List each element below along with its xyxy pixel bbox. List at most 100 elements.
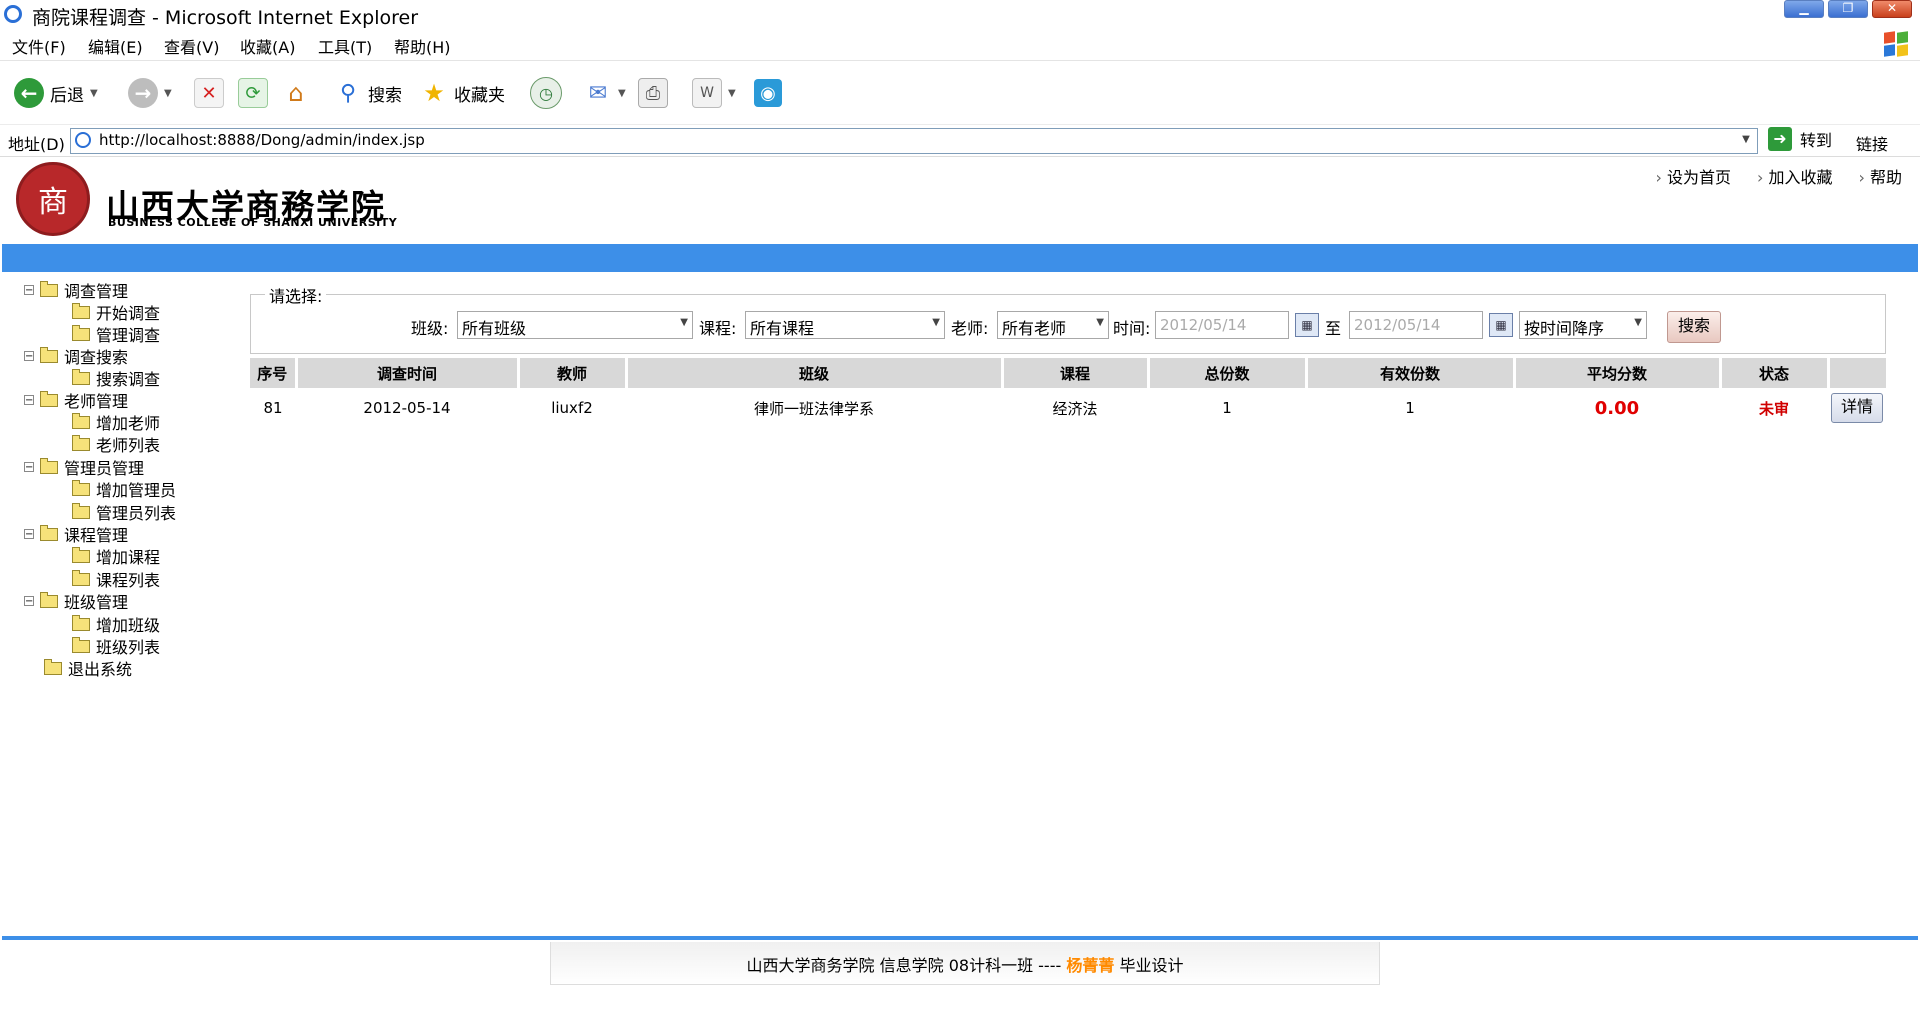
tree-group-admin[interactable]: − 管理员管理 bbox=[24, 457, 144, 478]
col-header-avg[interactable]: 平均分数 bbox=[1512, 358, 1720, 388]
collapse-icon[interactable]: − bbox=[24, 529, 34, 540]
forward-dropdown-icon[interactable]: ▼ bbox=[164, 88, 172, 99]
edit-button[interactable]: W ▼ bbox=[692, 76, 736, 110]
tree-group-label: 课程管理 bbox=[64, 526, 129, 545]
tree-item-label: 增加课程 bbox=[96, 548, 161, 567]
table-row: 81 2012-05-14 liuxf2 律师一班法律学系 经济法 1 1 0.… bbox=[250, 388, 1886, 428]
col-header-class[interactable]: 班级 bbox=[624, 358, 1002, 388]
set-homepage-link[interactable]: 设为首页 bbox=[1656, 164, 1731, 188]
collapse-icon[interactable]: − bbox=[24, 351, 34, 362]
print-button[interactable]: ⎙ bbox=[638, 76, 668, 110]
help-link[interactable]: 帮助 bbox=[1859, 164, 1902, 188]
folder-icon bbox=[40, 591, 58, 608]
footer-rule bbox=[2, 936, 1918, 940]
tree-group-label: 班级管理 bbox=[64, 593, 129, 612]
teacher-select[interactable]: 所有老师 ▼ bbox=[997, 311, 1109, 339]
tree-item-add-teacher[interactable]: 增加老师 bbox=[72, 412, 160, 433]
menu-tools[interactable]: 工具(T) bbox=[318, 34, 372, 58]
calendar-icon[interactable]: ▦ bbox=[1489, 313, 1513, 337]
maximize-button[interactable]: ❐ bbox=[1828, 0, 1868, 18]
minimize-button[interactable]: ▁ bbox=[1784, 0, 1824, 18]
col-header-time[interactable]: 调查时间 bbox=[294, 358, 518, 388]
course-select[interactable]: 所有课程 ▼ bbox=[745, 311, 945, 339]
col-header-course[interactable]: 课程 bbox=[1000, 358, 1148, 388]
mail-dropdown-icon[interactable]: ▼ bbox=[618, 88, 626, 99]
add-favorite-link[interactable]: 加入收藏 bbox=[1757, 164, 1832, 188]
home-button[interactable]: ⌂ bbox=[282, 76, 310, 110]
messenger-button[interactable]: ◉ bbox=[754, 76, 782, 110]
edit-dropdown-icon[interactable]: ▼ bbox=[728, 88, 736, 99]
menu-help[interactable]: 帮助(H) bbox=[394, 34, 451, 58]
collapse-icon[interactable]: − bbox=[24, 285, 34, 296]
col-header-teacher[interactable]: 教师 bbox=[516, 358, 626, 388]
filter-panel: 请选择: 班级: 所有班级 ▼ 课程: 所有课程 ▼ 老师: 所有老师 ▼ 时间… bbox=[250, 283, 1886, 354]
search-button[interactable]: 搜索 bbox=[1667, 311, 1721, 343]
back-button[interactable]: ← 后退 ▼ bbox=[14, 76, 98, 110]
course-select-value: 所有课程 bbox=[750, 319, 815, 338]
address-label: 地址(D) bbox=[8, 135, 65, 154]
tree-group-search[interactable]: − 调查搜索 bbox=[24, 346, 128, 367]
back-dropdown-icon[interactable]: ▼ bbox=[90, 88, 98, 99]
mail-button[interactable]: ✉ ▼ bbox=[584, 76, 626, 110]
search-toolbar-button[interactable]: ⚲ 搜索 bbox=[334, 76, 402, 110]
tree-group-course[interactable]: − 课程管理 bbox=[24, 524, 129, 545]
tree-item-admin-list[interactable]: 管理员列表 bbox=[72, 502, 176, 523]
school-name-en: BUSINESS COLLEGE OF SHANXI UNIVERSITY bbox=[108, 216, 398, 229]
calendar-icon[interactable]: ▦ bbox=[1295, 313, 1319, 337]
menu-favorites[interactable]: 收藏(A) bbox=[240, 34, 295, 58]
star-icon: ★ bbox=[423, 79, 445, 107]
menu-edit[interactable]: 编辑(E) bbox=[88, 34, 143, 58]
tree-group-survey[interactable]: − 调查管理 bbox=[24, 280, 128, 301]
col-header-valid[interactable]: 有效份数 bbox=[1304, 358, 1514, 388]
messenger-icon: ◉ bbox=[754, 79, 782, 107]
cell-action: 详情 bbox=[1828, 388, 1886, 428]
tree-item-add-course[interactable]: 增加课程 bbox=[72, 546, 161, 567]
col-header-id[interactable]: 序号 bbox=[250, 358, 296, 388]
collapse-icon[interactable]: − bbox=[24, 462, 34, 473]
menu-view[interactable]: 查看(V) bbox=[164, 34, 219, 58]
address-dropdown-icon[interactable]: ▼ bbox=[1737, 131, 1755, 149]
detail-button[interactable]: 详情 bbox=[1831, 393, 1883, 423]
forward-button[interactable]: → ▼ bbox=[128, 76, 172, 110]
collapse-icon[interactable]: − bbox=[24, 395, 34, 406]
menu-file[interactable]: 文件(F) bbox=[12, 34, 66, 58]
go-button[interactable]: ➜ 转到 bbox=[1768, 127, 1832, 151]
tree-item-add-admin[interactable]: 增加管理员 bbox=[72, 479, 176, 500]
history-icon: ◷ bbox=[530, 77, 562, 109]
tree-item-course-list[interactable]: 课程列表 bbox=[72, 569, 161, 590]
go-label: 转到 bbox=[1800, 131, 1833, 150]
stop-button[interactable]: ✕ bbox=[194, 76, 224, 110]
links-button[interactable]: 链接 bbox=[1856, 131, 1888, 155]
class-select[interactable]: 所有班级 ▼ bbox=[457, 311, 693, 339]
address-url: http://localhost:8888/Dong/admin/index.j… bbox=[99, 131, 425, 149]
tree-item-logout[interactable]: 退出系统 bbox=[44, 658, 132, 679]
col-header-status[interactable]: 状态 bbox=[1718, 358, 1828, 388]
tree-item-manage-survey[interactable]: 管理调查 bbox=[72, 324, 160, 345]
cell-avg-score: 0.00 bbox=[1594, 397, 1640, 419]
date-from-input[interactable]: 2012/05/14 bbox=[1155, 311, 1289, 339]
history-button[interactable]: ◷ bbox=[530, 76, 562, 110]
folder-icon bbox=[72, 479, 90, 496]
refresh-button[interactable]: ⟳ bbox=[238, 76, 268, 110]
folder-icon bbox=[72, 412, 90, 429]
date-to-input[interactable]: 2012/05/14 bbox=[1349, 311, 1483, 339]
tree-item-class-list[interactable]: 班级列表 bbox=[72, 636, 160, 657]
filter-legend: 请选择: bbox=[265, 283, 327, 307]
cell-id: 81 bbox=[263, 399, 283, 417]
address-input[interactable]: http://localhost:8888/Dong/admin/index.j… bbox=[70, 128, 1758, 154]
favorites-button[interactable]: ★ 收藏夹 bbox=[420, 76, 505, 110]
close-button[interactable]: ✕ bbox=[1872, 0, 1912, 18]
tree-group-class[interactable]: − 班级管理 bbox=[24, 591, 129, 612]
tree-item-label: 课程列表 bbox=[96, 571, 161, 590]
teacher-label: 老师: bbox=[951, 319, 989, 338]
sort-select[interactable]: 按时间降序 ▼ bbox=[1519, 311, 1647, 339]
col-header-total[interactable]: 总份数 bbox=[1146, 358, 1306, 388]
collapse-icon[interactable]: − bbox=[24, 596, 34, 607]
tree-item-add-class[interactable]: 增加班级 bbox=[72, 614, 160, 635]
tree-item-teacher-list[interactable]: 老师列表 bbox=[72, 434, 161, 455]
tree-item-search-survey[interactable]: 搜索调查 bbox=[72, 368, 160, 389]
survey-table: 序号 调查时间 教师 班级 课程 总份数 有效份数 平均分数 状态 81 201… bbox=[250, 358, 1886, 428]
tree-group-teacher[interactable]: − 老师管理 bbox=[24, 390, 128, 411]
tree-item-start-survey[interactable]: 开始调查 bbox=[72, 302, 160, 323]
tree-item-label: 老师列表 bbox=[96, 436, 161, 455]
